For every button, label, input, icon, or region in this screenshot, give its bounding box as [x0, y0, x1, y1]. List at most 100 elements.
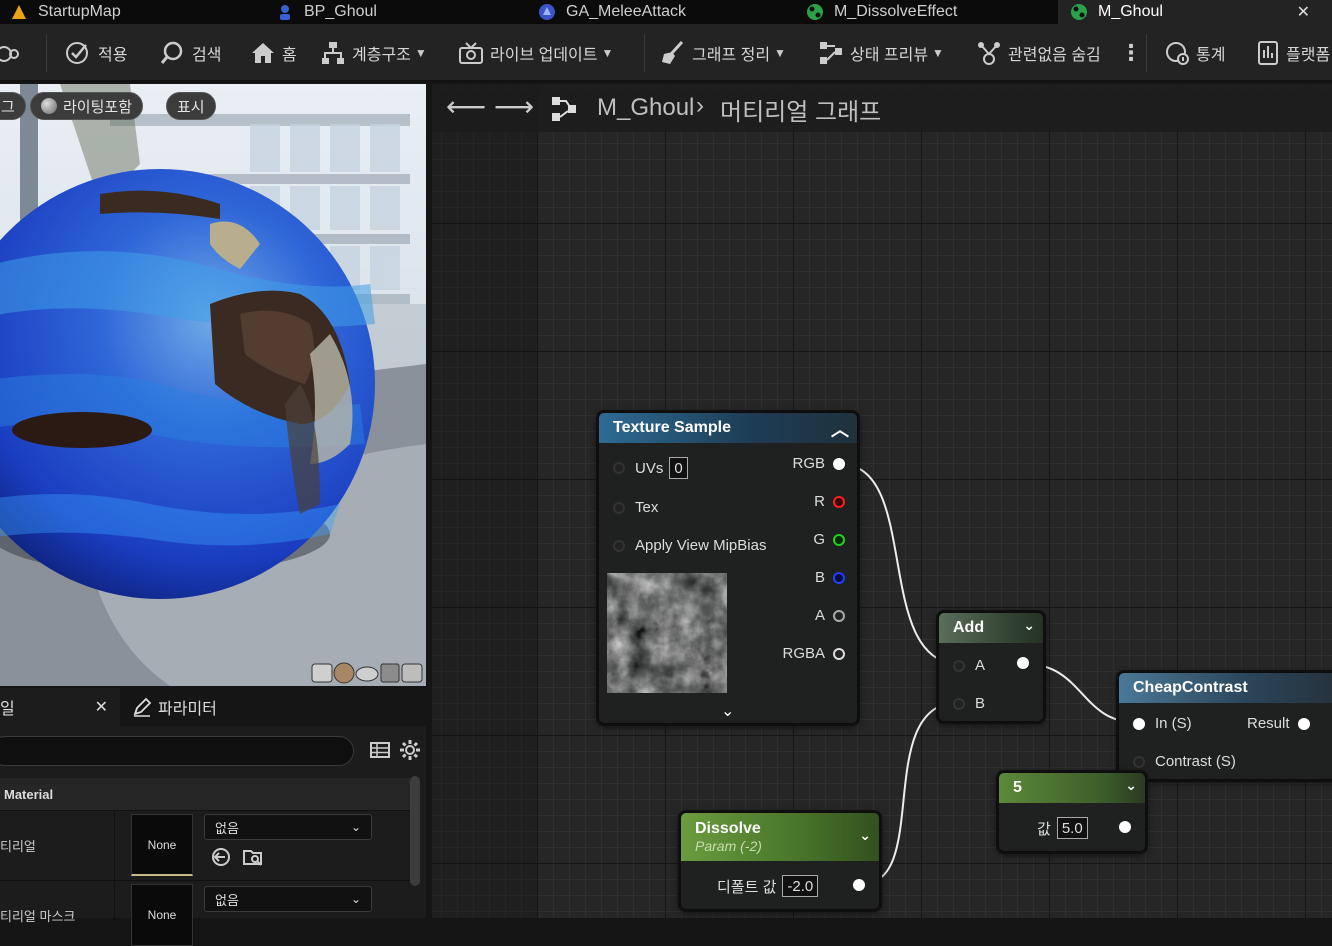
pin-icon	[953, 697, 965, 710]
pin-icon	[833, 609, 845, 622]
browse-asset-icon[interactable]	[242, 846, 264, 868]
texture-preview-thumbnail	[607, 573, 727, 693]
hierarchy-button[interactable]: 계층구조 ▼	[320, 24, 427, 82]
output-pin-b[interactable]: B	[815, 569, 845, 586]
pin-icon	[613, 462, 625, 474]
close-tab-icon[interactable]: ✕	[1297, 2, 1310, 22]
blueprint-icon	[280, 5, 290, 20]
level-icon	[12, 5, 26, 19]
section-header-material[interactable]: Material	[0, 778, 410, 810]
more-vertical-icon: ⋮	[1120, 40, 1142, 65]
pin-icon	[833, 457, 845, 470]
asset-thumbnail[interactable]: None	[131, 884, 193, 946]
material-graph-canvas[interactable]: ⟵ ⟶ M_Ghoul › 머티리얼 그래프 Texture Sample ︿ …	[432, 84, 1332, 918]
output-pin-g[interactable]: G	[813, 531, 845, 548]
input-pin-a[interactable]: A	[953, 657, 985, 674]
input-pin-mipbias[interactable]: Apply View MipBias	[613, 537, 766, 554]
chevron-down-icon: ▼	[774, 46, 786, 60]
clean-graph-button[interactable]: 그래프 정리 ▼	[660, 24, 786, 82]
tab-details[interactable]: 일 ✕	[0, 688, 120, 726]
close-icon[interactable]: ✕	[95, 697, 108, 717]
chevron-down-icon: ▼	[414, 46, 427, 60]
details-search-input[interactable]	[0, 736, 354, 766]
home-button[interactable]: 홈	[250, 24, 297, 82]
platform-button[interactable]: 플랫폼	[1256, 24, 1330, 82]
chevron-down-icon: ⌄	[350, 820, 361, 834]
apply-button[interactable]: 적용	[64, 24, 127, 82]
chevron-down-icon[interactable]: ⌄	[859, 827, 871, 844]
tab-m-ghoul[interactable]: M_Ghoul ✕	[1058, 0, 1332, 24]
tab-startupmap[interactable]: StartupMap	[10, 0, 121, 24]
material-preview-viewport[interactable]: 그 라이팅포함 표시	[0, 84, 426, 686]
pin-icon	[1133, 717, 1145, 730]
output-pin-a[interactable]: A	[815, 607, 845, 624]
chevron-down-icon[interactable]: ⌄	[1023, 617, 1035, 634]
collapse-up-icon[interactable]: ︿	[831, 416, 849, 442]
more-options-button[interactable]: ⋮	[1120, 24, 1142, 82]
input-pin-in[interactable]: In (S)	[1133, 715, 1192, 732]
material-icon	[807, 4, 823, 20]
pin-icon	[833, 495, 845, 508]
dissolve-parameter-node[interactable]: Dissolve Param (-2) ⌄ 디폴트 값 -2.0	[680, 812, 880, 910]
output-pin-rgb[interactable]: RGB	[792, 455, 845, 472]
default-value-field[interactable]: -2.0	[782, 875, 819, 897]
tab-ga-meleeattack[interactable]: GA_MeleeAttack	[538, 0, 686, 24]
output-pin[interactable]	[1119, 821, 1131, 833]
input-pin-contrast[interactable]: Contrast (S)	[1133, 753, 1236, 770]
live-update-button[interactable]: 라이브 업데이트 ▼	[458, 24, 613, 82]
chevron-down-icon: ▼	[601, 46, 614, 60]
lighting-mode-button[interactable]: 라이팅포함	[30, 92, 144, 120]
scrollbar[interactable]	[410, 776, 420, 886]
use-selected-icon[interactable]	[210, 846, 232, 868]
output-pin[interactable]	[853, 879, 865, 891]
pin-icon	[833, 647, 845, 660]
input-pin-uvs[interactable]: UVs 0	[613, 457, 688, 479]
property-label: 티리얼 마스크	[0, 909, 76, 924]
pin-icon	[953, 659, 965, 672]
constant-node[interactable]: 5 ⌄ 값 5.0	[998, 772, 1146, 852]
pencil-icon	[133, 697, 152, 717]
gameplay-ability-icon	[539, 4, 555, 20]
tab-parameters[interactable]: 파라미터	[132, 688, 217, 726]
pin-icon	[833, 571, 845, 584]
pin-icon	[833, 533, 845, 546]
chevron-down-icon[interactable]: ⌄	[1125, 777, 1137, 794]
pin-icon	[1133, 755, 1145, 768]
asset-picker-combo[interactable]: 없음 ⌄	[204, 886, 372, 912]
output-pin-result[interactable]: Result	[1247, 715, 1310, 732]
hide-unrelated-button[interactable]: 관련없음 숨김	[976, 24, 1101, 82]
broom-icon	[662, 40, 684, 64]
constant-value-row: 값 5.0	[1037, 817, 1088, 839]
expand-down-icon[interactable]: ⌄	[721, 701, 734, 721]
pin-icon	[1119, 821, 1131, 833]
gear-icon[interactable]	[399, 739, 421, 761]
tab-m-dissolveeffect[interactable]: M_DissolveEffect	[806, 0, 957, 24]
input-pin-b[interactable]: B	[953, 695, 985, 712]
asset-picker-combo[interactable]: 없음 ⌄	[204, 814, 372, 840]
pin-icon	[613, 539, 625, 552]
uvs-value-field[interactable]: 0	[669, 457, 688, 479]
pin-icon	[613, 501, 625, 514]
texture-sample-node[interactable]: Texture Sample ︿ UVs 0 Tex Apply View Mip…	[598, 412, 858, 724]
stats-button[interactable]: 통계	[1164, 24, 1225, 82]
preview-state-button[interactable]: 상태 프리뷰 ▼	[818, 24, 944, 82]
asset-thumbnail[interactable]: None	[131, 814, 193, 876]
input-pin-tex[interactable]: Tex	[613, 499, 658, 516]
add-node[interactable]: Add ⌄ A B	[938, 612, 1044, 722]
output-pin-rgba[interactable]: RGBA	[782, 645, 845, 662]
output-pin-r[interactable]: R	[814, 493, 845, 510]
constant-value-field[interactable]: 5.0	[1056, 817, 1088, 839]
show-button[interactable]: 표시	[166, 92, 216, 120]
platform-icon	[1258, 41, 1278, 65]
cheap-contrast-node[interactable]: CheapContrast In (S) Contrast (S) Result	[1118, 672, 1332, 780]
hide-unrelated-icon	[978, 42, 1000, 65]
table-view-icon[interactable]	[370, 740, 390, 760]
output-pin[interactable]	[1017, 657, 1029, 669]
tab-bp-ghoul[interactable]: BP_Ghoul	[276, 0, 377, 24]
preview-scene	[0, 84, 426, 686]
live-update-icon	[459, 42, 483, 64]
browse-button[interactable]	[0, 24, 26, 82]
search-button[interactable]: 검색	[158, 24, 221, 82]
viewport-options-button[interactable]: 그	[0, 92, 26, 120]
pin-icon	[1297, 717, 1310, 730]
